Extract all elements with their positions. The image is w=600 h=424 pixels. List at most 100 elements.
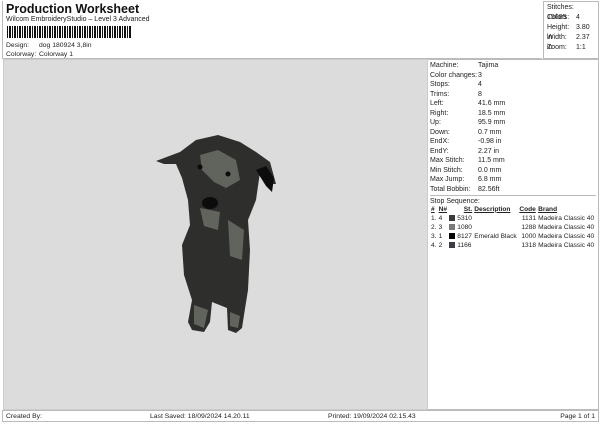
stat-label: Stitches: [547,4,574,11]
info-row: Min Stitch: 0.0 mm [430,166,596,176]
stat-label: Width: [547,34,567,41]
stat-row: Stitches:15685 [547,3,595,21]
stat-value: 4 [576,14,580,21]
stat-value: 1:1 [576,44,586,51]
color-description [473,241,518,250]
needle-number: 3 [438,223,443,231]
colorway-value: Colorway 1 [39,51,73,58]
info-label: Machine: [430,62,459,69]
stop-row: 2. 3 1080 1288 Madeira Classic 40 [430,223,596,232]
info-value: -0.98 in [478,138,502,145]
info-value: 8 [478,90,482,98]
info-row: EndX: -0.98 in [430,137,596,147]
page-title: Production Worksheet [6,2,140,16]
info-label: EndX: [430,138,450,145]
thread-brand: Madeira Classic 40 [538,232,595,240]
created-by: Created By: [6,413,42,420]
column-header: N# [438,205,448,213]
stitch-count: 5310 [457,214,472,222]
stat-row: Width: 2.37 in [547,33,595,51]
thread-brand: Madeira Classic 40 [538,223,595,231]
thread-code: 1288 [521,223,537,231]
barcode [7,26,132,38]
info-row: Machine: Tajima [430,61,596,71]
info-value: 2.27 in [478,147,500,155]
design-label: Design: [6,42,30,49]
color-swatch [448,241,456,250]
info-row: Color changes:3 [430,71,596,81]
info-label: Max Jump: [430,176,465,183]
info-label: Color changes: [430,71,478,79]
info-value: 11.5 mm [478,157,505,164]
info-row: Stops: 4 [430,80,596,90]
info-label: EndY: [430,147,449,155]
needle-number: 4 [438,214,443,222]
machine-info-panel: Machine: Tajima Color changes:3 Stops: 4 Trim… [428,59,599,410]
info-row: Max Stitch: 11.5 mm [430,156,596,166]
needle-number: 1 [438,232,443,240]
info-value: 4 [478,81,482,88]
color-description [473,223,518,232]
color-swatch [448,232,456,241]
stitch-count: 1166 [457,241,472,249]
info-label: Min Stitch: [430,166,463,174]
info-label: Trims: [430,90,450,98]
column-header: Brand [538,205,558,213]
stitch-count: 8127 [457,232,472,240]
info-row: Down: 0.7 mm [430,128,596,138]
stat-label: Height: [547,24,570,31]
thread-code: 1318 [521,241,537,249]
info-label: Right: [430,109,449,117]
column-header: Description [474,205,511,213]
info-label: Stops: [430,81,450,88]
printed-date: Printed: 19/09/2024 02.15.43 [328,413,416,420]
thread-code: 1131 [521,214,537,222]
info-label: Down: [430,128,450,136]
design-field: Design: dog 180924 3,8in [6,42,92,49]
info-value: 41.6 mm [478,100,506,107]
info-value: 95.9 mm [478,119,506,126]
info-label: Max Stitch: [430,157,465,164]
stop-index: 2. [431,223,437,231]
stop-index: 3. [431,232,437,240]
info-value: 3 [478,71,482,79]
dog-embroidery-image [156,135,276,333]
design-value: dog 180924 3,8in [39,42,92,49]
stop-sequence-table: # N# St. Description Code Brand 1. 4 5310 1131 Ma… [430,205,596,250]
info-row: Up: 95.9 mm [430,118,596,128]
page-number: Page 1 of 1 [560,413,595,420]
info-value: 82.56ft [478,185,500,193]
info-value: Tajima [478,62,499,69]
info-label: Total Bobbin: [430,185,471,193]
color-description: Emerald Black [474,232,517,240]
info-row: Total Bobbin: 82.56ft [430,185,596,195]
thread-code: 1000 [521,232,537,240]
info-row: Max Jump: 6.8 mm [430,175,596,185]
stop-row: 4. 2 1166 1318 Madeira Classic 40 [430,241,596,250]
last-saved: Last Saved: 18/09/2024 14.20.11 [150,413,250,420]
stop-index: 1. [431,214,437,222]
design-preview [3,59,428,410]
info-row: Trims: 8 [430,90,596,100]
worksheet-header: Production Worksheet Wilcom EmbroiderySt… [2,1,542,59]
software-name: Wilcom EmbroideryStudio – Level 3 Advanc… [6,16,150,23]
info-value: 6.8 mm [478,176,502,183]
needle-number: 2 [438,241,443,249]
stitch-count: 1080 [457,223,472,231]
color-swatch [448,214,456,223]
stats-panel: Stitches:15685 Colors: 4 Height: 3.80 in Widt… [543,1,599,59]
stat-label: Colors: [547,14,570,21]
footer: Created By: Last Saved: 18/09/2024 14.20… [2,410,599,422]
colorway-field: Colorway: Colorway 1 [6,51,73,58]
column-header: Code [519,205,536,213]
info-label: Left: [430,100,444,107]
info-value: 0.0 mm [478,166,502,174]
color-description [473,214,518,223]
stat-label: Zoom: [547,44,567,51]
info-row: EndY: 2.27 in [430,147,596,157]
info-value: 18.5 mm [478,109,506,117]
info-value: 0.7 mm [478,128,502,136]
stat-row: Height: 3.80 in [547,23,595,41]
color-swatch [448,223,456,232]
stat-row: Colors: 4 [547,13,595,23]
